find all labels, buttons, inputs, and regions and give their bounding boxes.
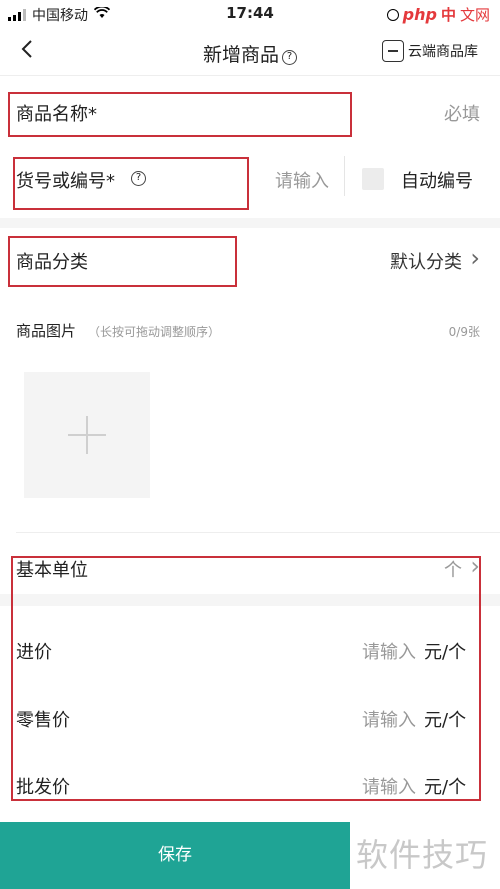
auto-number-label: 自动编号 (401, 171, 473, 192)
save-button[interactable]: 保存 (0, 822, 350, 889)
cloud-library-icon (382, 40, 404, 62)
chevron-right-icon: › (470, 244, 480, 272)
watermark-wen: 文网 (459, 6, 490, 24)
sku-input[interactable]: 请输入 (275, 167, 329, 193)
highlight-box (11, 556, 481, 801)
highlight-box (8, 236, 237, 287)
watermark-text: 软件技巧 (356, 836, 489, 874)
watermark-php: php (402, 5, 437, 24)
highlight-box (8, 92, 352, 137)
watermark-cn: 中 (440, 6, 456, 24)
section-gap (0, 218, 500, 228)
images-label: 商品图片 (16, 322, 77, 340)
name-input[interactable]: 必填 (444, 100, 480, 126)
divider (344, 156, 345, 196)
category-value: 默认分类 (390, 252, 462, 273)
auto-number-checkbox[interactable] (362, 168, 384, 190)
images-hint: （长按可拖动调整顺序） (88, 325, 221, 339)
add-image-button[interactable] (24, 372, 150, 498)
cloud-library-button[interactable]: 云端商品库 (382, 40, 478, 62)
cloud-library-label: 云端商品库 (408, 44, 478, 60)
images-row: 商品图片 （长按可拖动调整顺序） 0/9张 (0, 320, 500, 344)
divider (16, 532, 500, 533)
highlight-box (13, 157, 249, 210)
lock-rotation-icon (386, 8, 399, 21)
nav-bar: 新增商品? 云端商品库 (0, 28, 500, 76)
images-count: 0/9张 (448, 325, 480, 339)
status-bar: 中国移动 17:44 php 中 文网 (0, 0, 500, 28)
page-title-text: 新增商品 (202, 44, 279, 66)
help-icon[interactable]: ? (282, 50, 297, 65)
